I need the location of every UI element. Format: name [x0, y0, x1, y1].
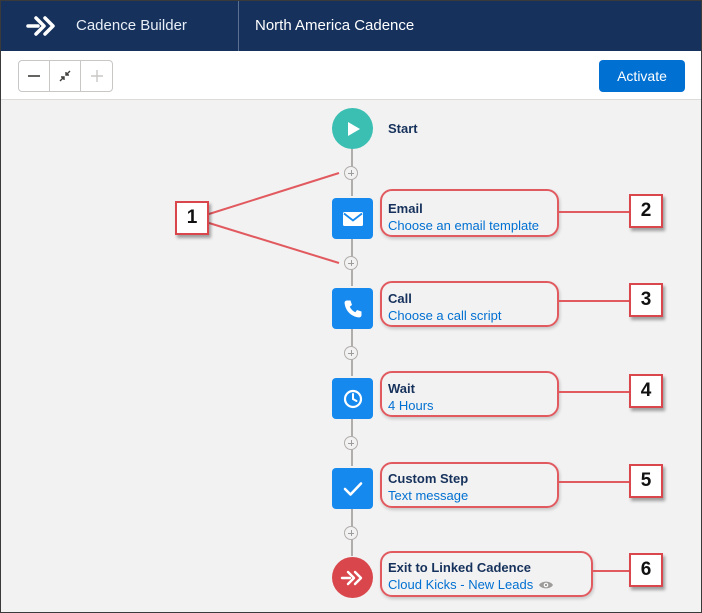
zoom-in-button[interactable]: [81, 61, 112, 91]
header-divider: [238, 1, 239, 51]
callout-2: 2: [629, 194, 663, 228]
cadence-app-icon: [25, 14, 59, 38]
cadence-builder-window: Cadence Builder North America Cadence Ac…: [0, 0, 702, 613]
toolbar: Activate: [1, 51, 701, 100]
callout-4: 4: [629, 374, 663, 408]
callout-1-pointers: [208, 172, 340, 264]
activate-button[interactable]: Activate: [599, 60, 685, 92]
zoom-out-button[interactable]: [19, 61, 50, 91]
minus-icon: [28, 75, 40, 77]
cadence-canvas: Start Email Choose an email template Cal…: [1, 100, 701, 612]
contract-icon: [59, 70, 71, 82]
top-bar: Cadence Builder North America Cadence: [1, 1, 701, 51]
callout-3: 3: [629, 283, 663, 317]
zoom-controls: [18, 60, 113, 92]
plus-icon: [90, 70, 103, 82]
callout-6: 6: [629, 553, 663, 587]
callout-1: 1: [175, 201, 209, 235]
fit-to-screen-button[interactable]: [50, 61, 81, 91]
app-name: Cadence Builder: [76, 17, 187, 34]
cadence-name: North America Cadence: [255, 17, 415, 34]
callout-5: 5: [629, 464, 663, 498]
